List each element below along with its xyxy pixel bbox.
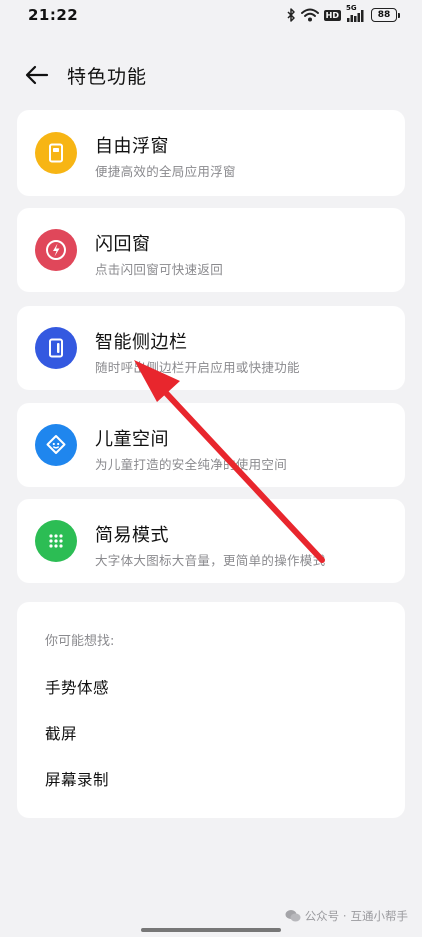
battery-level: 88 [371, 8, 397, 22]
grid-dots-icon [35, 520, 77, 562]
feature-title: 智能侧边栏 [95, 332, 188, 353]
signal-icon: 5G [346, 4, 366, 22]
feature-subtitle: 点击闪回窗可快速返回 [95, 262, 224, 277]
feature-card-simple-mode[interactable]: 简易模式 大字体大图标大音量，更简单的操作模式 [17, 499, 405, 583]
page-header: 特色功能 [0, 54, 422, 96]
feature-card-flashback[interactable]: 闪回窗 点击闪回窗可快速返回 [17, 208, 405, 292]
battery-icon: 88 [371, 8, 400, 22]
status-icons: HD 5G 88 [286, 4, 400, 22]
bluetooth-icon [287, 8, 295, 22]
suggestions-label: 你可能想找: [45, 634, 115, 649]
feature-title: 简易模式 [95, 525, 169, 546]
kids-space-icon [35, 424, 77, 466]
watermark: 公众号 · 互通小帮手 [285, 908, 408, 924]
flashback-icon [35, 229, 77, 271]
arrow-left-icon [25, 65, 49, 85]
suggestion-screenshot[interactable]: 截屏 [45, 722, 77, 744]
feature-title: 儿童空间 [95, 429, 169, 450]
feature-card-kids-space[interactable]: 儿童空间 为儿童打造的安全纯净的使用空间 [17, 403, 405, 487]
feature-subtitle: 大字体大图标大音量，更简单的操作模式 [95, 553, 326, 568]
suggestion-screen-record[interactable]: 屏幕录制 [45, 768, 109, 790]
wifi-icon [300, 8, 319, 22]
feature-subtitle: 便捷高效的全局应用浮窗 [95, 164, 236, 179]
feature-title: 自由浮窗 [95, 136, 169, 157]
back-button[interactable] [24, 62, 50, 88]
watermark-prefix: 公众号 · [304, 909, 347, 923]
floating-window-icon [35, 132, 77, 174]
feature-card-floating-window[interactable]: 自由浮窗 便捷高效的全局应用浮窗 [17, 110, 405, 196]
home-indicator[interactable] [141, 928, 281, 932]
watermark-name: 互通小帮手 [350, 909, 409, 923]
suggestion-gesture-motion[interactable]: 手势体感 [45, 676, 109, 698]
status-time: 21:22 [28, 6, 79, 24]
feature-subtitle: 为儿童打造的安全纯净的使用空间 [95, 457, 288, 472]
page-title: 特色功能 [67, 65, 148, 88]
hd-icon: HD [323, 9, 341, 21]
wechat-icon [285, 910, 301, 922]
feature-title: 闪回窗 [95, 234, 151, 255]
feature-card-smart-sidebar[interactable]: 智能侧边栏 随时呼出侧边栏开启应用或快捷功能 [17, 306, 405, 390]
sidebar-icon [35, 327, 77, 369]
feature-subtitle: 随时呼出侧边栏开启应用或快捷功能 [95, 360, 300, 375]
status-bar: 21:22 HD 5G 88 [0, 0, 422, 30]
suggestions-card: 你可能想找: 手势体感 截屏 屏幕录制 [17, 602, 405, 818]
